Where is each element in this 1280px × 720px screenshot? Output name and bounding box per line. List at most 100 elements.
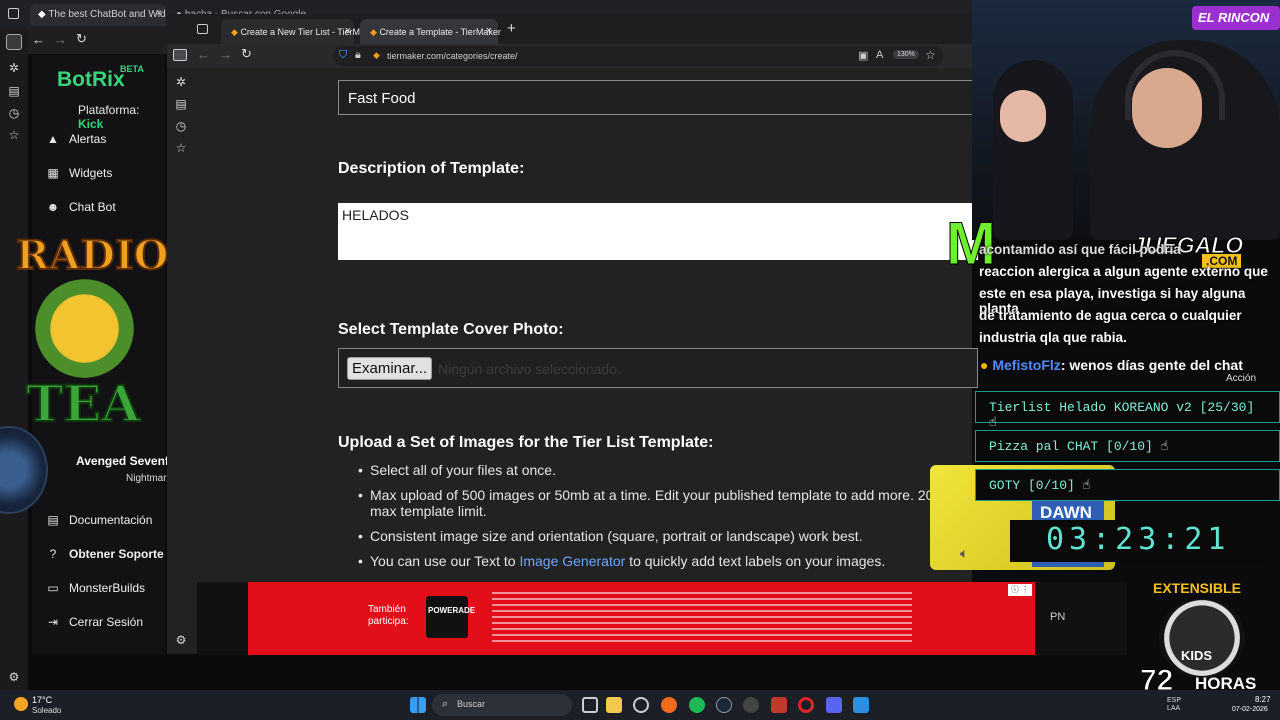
tab-close-icon[interactable]: ×	[486, 25, 492, 37]
chat-line: acontamido así que fácil podría	[979, 242, 1181, 257]
description-heading: Description of Template:	[338, 160, 525, 177]
sparkle-icon[interactable]: ✲	[173, 74, 189, 90]
inner-tab-create-template[interactable]: ◆ Create a Template - TierMaker ×	[360, 19, 501, 44]
collections-icon[interactable]: ▤	[173, 96, 189, 112]
tiermaker-icon: ◆	[231, 27, 238, 37]
settings-icon[interactable]: ⚙	[173, 632, 189, 648]
bookmark-star-icon[interactable]: ☆	[925, 48, 936, 62]
address-bar[interactable]: ⛉ 🔒︎ ◆ tiermaker.com/categories/create/ …	[333, 46, 943, 66]
sidebar-toggle-icon[interactable]	[173, 49, 187, 61]
steam-icon[interactable]	[716, 697, 732, 713]
image-generator-link[interactable]: Image Generator	[519, 553, 625, 569]
category-field[interactable]: Fast Food	[338, 80, 978, 115]
discord-icon[interactable]	[826, 697, 842, 713]
task-view-icon[interactable]	[582, 697, 598, 713]
sidebar-toggle-icon[interactable]	[6, 34, 22, 50]
category-value: Fast Food	[348, 90, 416, 107]
inner-vertical-toolbar: ✲ ▤ ◷ ☆ ⚙	[167, 68, 197, 654]
new-tab-button[interactable]: +	[507, 20, 516, 37]
site-icon: ◆	[373, 50, 380, 60]
accion-label: Acción	[1226, 373, 1257, 384]
taskbar-search[interactable]: ⌕ Buscar	[432, 694, 572, 716]
chat-message: ● MefistoFlz: wenos días gente del chat	[980, 357, 1243, 373]
translate-icon[interactable]: A	[876, 49, 883, 61]
rocket-icon: ◆	[38, 9, 46, 20]
ad-side-text: También participa:	[368, 604, 409, 627]
description-textarea[interactable]: HELADOS	[338, 203, 978, 260]
help-icon: ?	[49, 547, 57, 561]
forward-icon[interactable]: →	[219, 47, 232, 62]
outer-tab-botrix[interactable]: ◆ The best ChatBot and Widg ×	[30, 4, 166, 26]
bot-icon: ☻	[46, 200, 60, 214]
weather-desc: Soleado	[32, 706, 62, 715]
ad-info-icon[interactable]: ⓘ ⋮	[1008, 584, 1032, 596]
inner-tab-strip: ◆ Create a New Tier List - TierMa × ◆ Cr…	[167, 14, 972, 44]
sidebar-item-soporte[interactable]: ? Obtener Soporte	[46, 543, 164, 565]
spotify-icon[interactable]	[689, 697, 705, 713]
platform-indicator: Plataforma: Kick	[78, 103, 165, 131]
favorites-icon[interactable]: ☆	[6, 127, 22, 143]
reload-icon[interactable]: ↻	[241, 46, 252, 62]
forward-icon[interactable]: →	[54, 32, 67, 47]
windows-start-icon[interactable]	[410, 697, 426, 713]
sidebar-item-widgets[interactable]: ▦ Widgets	[46, 162, 112, 184]
app-icon[interactable]	[743, 697, 759, 713]
bullet-item: Max upload of 500 images or 50mb at a ti…	[358, 487, 970, 519]
sidebar-item-monsterbuilds[interactable]: ▭ MonsterBuilds	[46, 577, 145, 599]
obs-icon[interactable]	[633, 697, 649, 713]
firefox-icon[interactable]	[661, 697, 677, 713]
reader-icon[interactable]: ▣	[858, 49, 868, 62]
sidebar-item-label: Obtener Soporte	[69, 547, 164, 561]
reload-icon[interactable]: ↻	[76, 31, 87, 47]
zoom-badge[interactable]: 130%	[893, 50, 919, 59]
chat-line: industria qla que rabia.	[979, 330, 1127, 345]
settings-icon[interactable]: ⚙	[6, 669, 22, 685]
powerade-logo-text: POWERADE	[428, 606, 476, 615]
tiermaker-icon: ◆	[370, 27, 377, 37]
sidebar-item-cerrar-sesion[interactable]: ⇥ Cerrar Sesión	[46, 611, 143, 633]
tab-actions-icon[interactable]	[197, 24, 208, 34]
beta-badge: BETA	[120, 64, 144, 74]
warning-icon: ▲	[47, 132, 59, 146]
grid-icon: ▦	[47, 166, 59, 180]
logout-icon: ⇥	[47, 615, 59, 629]
botrix-logo[interactable]: BotRix	[57, 68, 125, 92]
streamer-left-face	[1000, 90, 1046, 142]
app-blue-icon[interactable]	[853, 697, 869, 713]
history-icon[interactable]: ◷	[6, 105, 22, 121]
sparkle-icon[interactable]: ✲	[6, 60, 22, 76]
window-menu-icon[interactable]	[8, 8, 19, 19]
language-indicator[interactable]: ESP LAA	[1167, 697, 1181, 713]
logo-text: EL RINCON	[1198, 10, 1270, 25]
el-rincon-logo: EL RINCON	[1192, 6, 1280, 30]
back-icon[interactable]: ←	[32, 32, 45, 47]
search-placeholder: Buscar	[457, 699, 486, 709]
sidebar-item-chat-bot[interactable]: ☻ Chat Bot	[46, 196, 116, 218]
tab-close-icon[interactable]: ×	[156, 8, 162, 19]
favorites-icon[interactable]: ☆	[173, 140, 189, 156]
platform-label: Plataforma:	[78, 103, 140, 117]
kids-text: KIDS	[1181, 648, 1213, 663]
collections-icon[interactable]: ▤	[6, 83, 22, 99]
tab-close-icon[interactable]: ×	[345, 25, 351, 37]
inner-tab-create-tier-list[interactable]: ◆ Create a New Tier List - TierMa ×	[221, 19, 365, 44]
command-item: GOTY [0/10] ☝	[975, 469, 1280, 501]
opera-icon[interactable]	[798, 697, 814, 713]
command-text: Tierlist Helado KOREANO v2 [25/30]	[989, 400, 1255, 415]
pointer-icon: ☝	[1082, 478, 1091, 493]
no-file-text: Ningún archivo seleccionado.	[438, 361, 621, 377]
powerade-ad[interactable]: También participa: POWERADE ⓘ ⋮	[248, 582, 1035, 655]
cover-file-input[interactable]: Examinar... Ningún archivo seleccionado.	[338, 348, 978, 388]
file-explorer-icon[interactable]	[606, 697, 622, 713]
clock-date[interactable]: 07-02-2026	[1232, 706, 1268, 713]
radio-text: RADIO	[15, 231, 170, 280]
chat-username[interactable]: MefistoFlz	[992, 357, 1060, 373]
back-icon[interactable]: ←	[197, 47, 210, 62]
upload-heading: Upload a Set of Images for the Tier List…	[338, 434, 714, 451]
media-icon[interactable]	[771, 697, 787, 713]
browse-button[interactable]: Examinar...	[347, 357, 433, 380]
clock-time[interactable]: 8:27	[1255, 695, 1271, 704]
history-icon[interactable]: ◷	[173, 118, 189, 134]
extensible-text: EXTENSIBLE	[1153, 580, 1241, 596]
sidebar-item-alertas[interactable]: ▲ Alertas	[46, 128, 106, 150]
